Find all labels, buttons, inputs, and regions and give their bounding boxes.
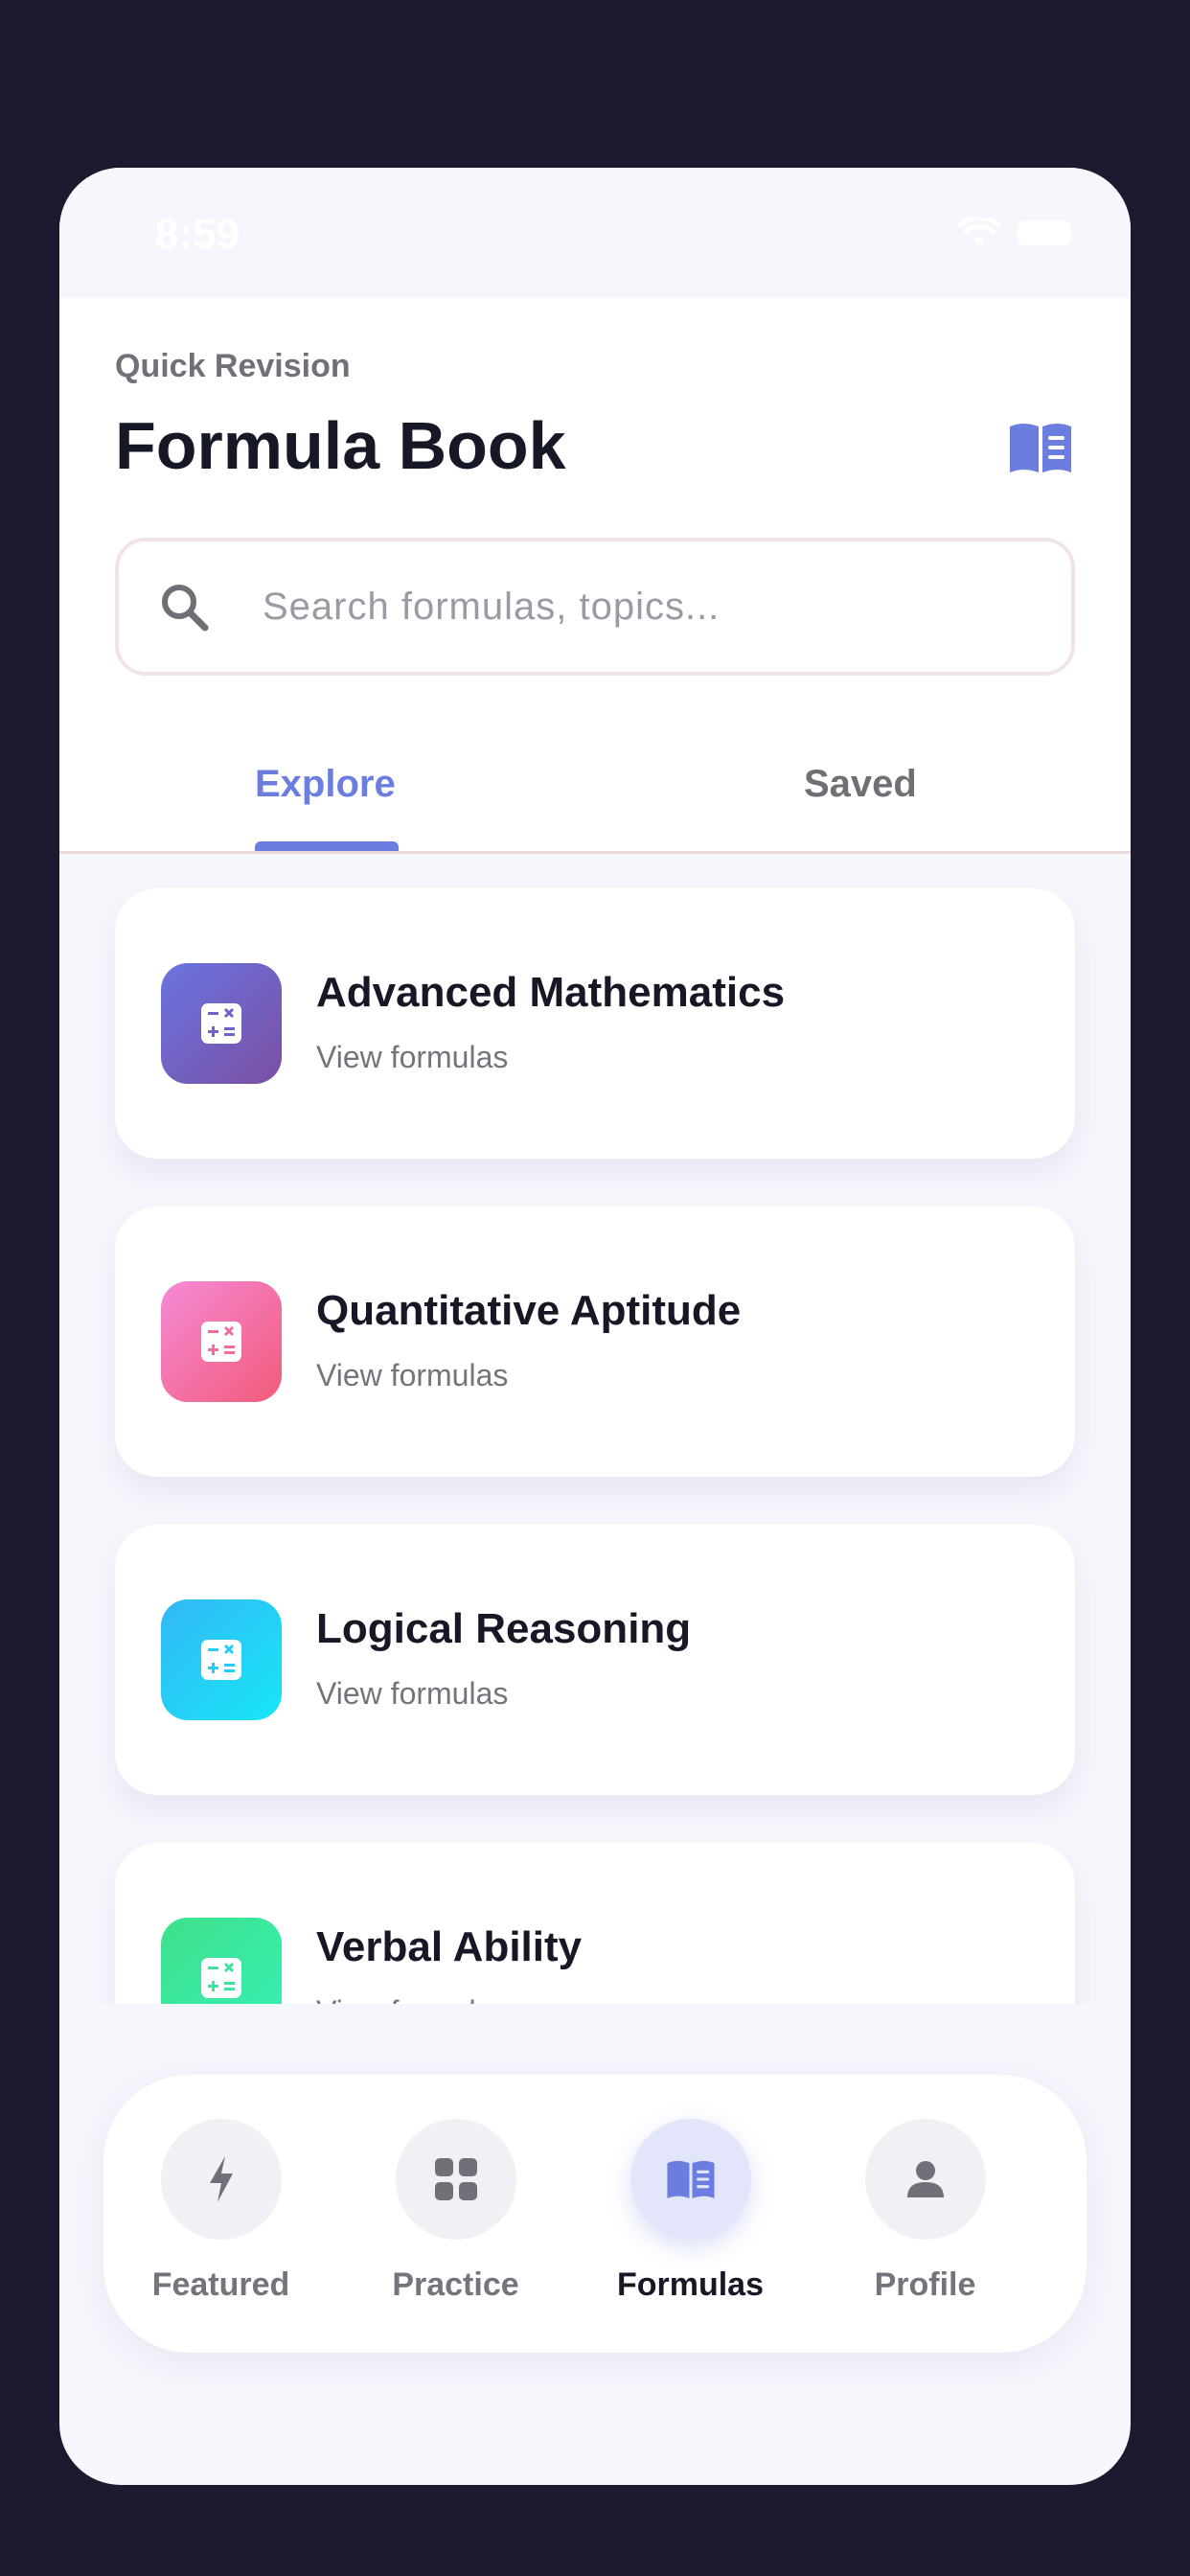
nav-label: Practice xyxy=(392,2266,519,2303)
wifi-icon xyxy=(958,218,1000,246)
category-title: Verbal Ability xyxy=(316,1923,583,1970)
status-bar: 8:59 xyxy=(59,168,1131,298)
tab-saved[interactable]: Saved xyxy=(804,763,917,806)
book-icon xyxy=(666,2160,715,2198)
category-subtitle: View formulas xyxy=(316,1994,508,2004)
tab-indicator xyxy=(255,841,399,851)
category-subtitle: View formulas xyxy=(316,1040,509,1074)
nav-label: Profile xyxy=(874,2266,976,2303)
nav-icon-circle xyxy=(864,2119,986,2240)
category-subtitle: View formulas xyxy=(316,1676,509,1711)
category-subtitle: View formulas xyxy=(316,1358,509,1392)
bottom-nav: Featured Practice Formulas Profile xyxy=(103,2075,1087,2353)
category-list: Advanced Mathematics View formulas Quant… xyxy=(59,854,1131,2004)
category-title: Advanced Mathematics xyxy=(316,969,786,1016)
bolt-icon xyxy=(209,2156,233,2202)
status-time: 8:59 xyxy=(155,211,240,258)
phone-screen: 8:59 Quick Revision Formula Book Search … xyxy=(59,168,1131,2485)
calculator-icon xyxy=(201,1958,241,1998)
nav-item-formulas[interactable]: Formulas xyxy=(573,2119,808,2304)
nav-label: Featured xyxy=(151,2266,290,2303)
category-icon-badge xyxy=(161,1599,282,1720)
status-icons xyxy=(958,218,1071,248)
nav-item-profile[interactable]: Profile xyxy=(808,2119,1042,2304)
header-eyebrow: Quick Revision xyxy=(115,348,351,384)
calculator-icon xyxy=(201,1322,241,1362)
category-icon-badge xyxy=(161,1918,282,2004)
search-placeholder: Search formulas, topics... xyxy=(263,586,721,628)
search-icon xyxy=(162,585,209,632)
category-card-quantitative-aptitude[interactable]: Quantitative Aptitude View formulas xyxy=(115,1207,1075,1477)
page-title: Formula Book xyxy=(115,408,566,483)
calculator-icon xyxy=(201,1640,241,1680)
header: Quick Revision Formula Book Search formu… xyxy=(59,298,1131,854)
nav-item-practice[interactable]: Practice xyxy=(338,2119,573,2304)
category-card-advanced-mathematics[interactable]: Advanced Mathematics View formulas xyxy=(115,888,1075,1159)
battery-icon xyxy=(1018,220,1071,245)
category-title: Logical Reasoning xyxy=(316,1605,692,1652)
category-card-verbal-ability[interactable]: Verbal Ability View formulas xyxy=(115,1843,1075,2004)
category-icon-badge xyxy=(161,963,282,1084)
search-input[interactable]: Search formulas, topics... xyxy=(115,538,1075,676)
user-icon xyxy=(906,2161,944,2197)
nav-item-featured[interactable]: Featured xyxy=(103,2119,338,2304)
category-title: Quantitative Aptitude xyxy=(316,1287,742,1334)
nav-icon-circle xyxy=(629,2119,751,2240)
category-card-logical-reasoning[interactable]: Logical Reasoning View formulas xyxy=(115,1525,1075,1795)
nav-label: Formulas xyxy=(616,2266,765,2303)
grid-icon xyxy=(434,2158,477,2200)
calculator-icon xyxy=(201,1003,241,1044)
nav-icon-circle xyxy=(395,2119,516,2240)
book-icon[interactable] xyxy=(1006,419,1075,476)
nav-icon-circle xyxy=(160,2119,282,2240)
tab-explore[interactable]: Explore xyxy=(255,763,396,806)
category-icon-badge xyxy=(161,1281,282,1402)
